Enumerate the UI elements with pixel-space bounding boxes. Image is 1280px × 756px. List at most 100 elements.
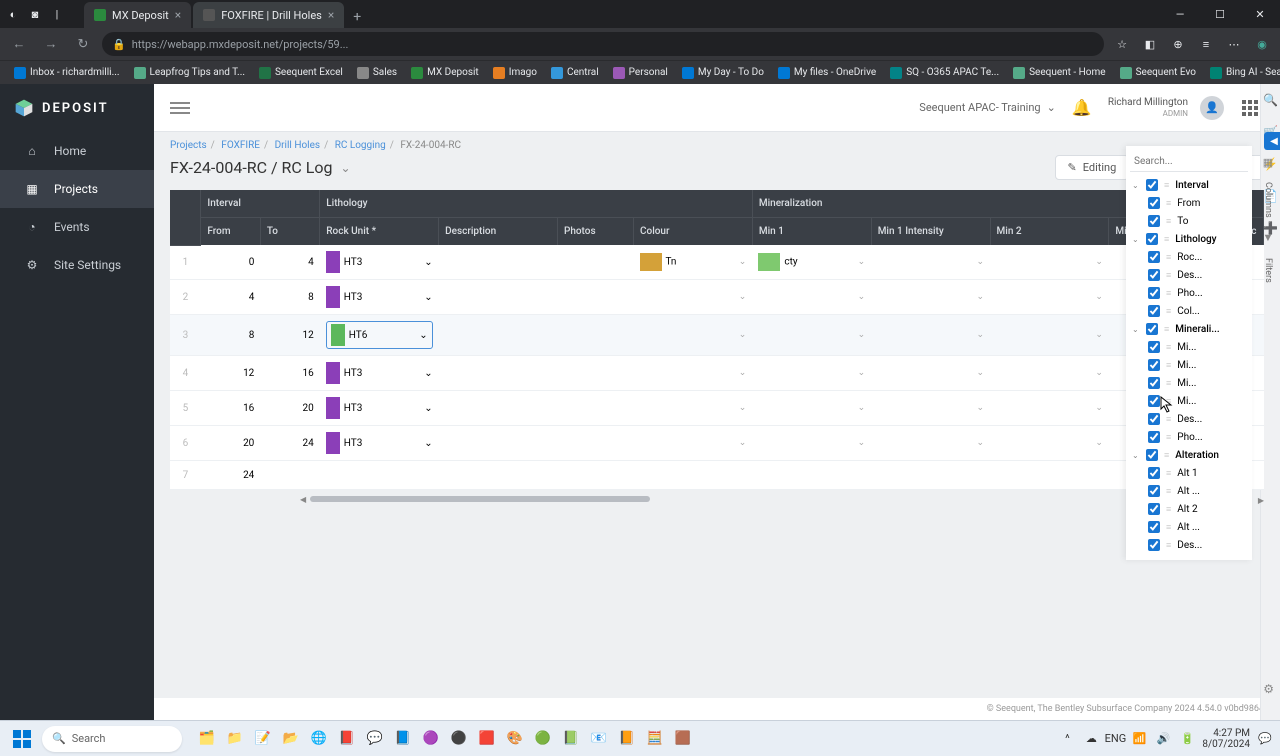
bookmark-item[interactable]: Bing AI - Search bbox=[1204, 65, 1280, 81]
ext-icon[interactable]: ☆ bbox=[1110, 32, 1134, 56]
col-min1int[interactable]: Min 1 Intensity bbox=[871, 218, 990, 246]
cell-desc[interactable] bbox=[439, 461, 558, 490]
cell-colour[interactable] bbox=[634, 461, 753, 490]
breadcrumb-link[interactable]: FOXFIRE bbox=[221, 140, 260, 151]
column-item[interactable]: ≡Des... bbox=[1130, 266, 1248, 284]
tray-chevron-icon[interactable]: ^ bbox=[1058, 730, 1076, 748]
clock[interactable]: 4:27 PM 8/07/2024 bbox=[1202, 728, 1250, 750]
table-row[interactable]: 724 bbox=[170, 461, 1264, 490]
column-item[interactable]: ≡Pho... bbox=[1130, 428, 1248, 446]
breadcrumb-link[interactable]: RC Logging bbox=[335, 140, 386, 151]
column-checkbox[interactable] bbox=[1148, 287, 1160, 299]
bookmark-item[interactable]: Seequent Evo bbox=[1114, 65, 1202, 81]
sidebar-item-projects[interactable]: ▦ Projects bbox=[0, 170, 154, 208]
page-title[interactable]: FX-24-004-RC / RC Log ⌄ bbox=[170, 158, 351, 177]
volume-icon[interactable]: 🔊 bbox=[1154, 730, 1172, 748]
column-checkbox[interactable] bbox=[1148, 215, 1160, 227]
cell-min2[interactable]: ⌄ bbox=[990, 426, 1109, 461]
battery-icon[interactable]: 🔋 bbox=[1178, 730, 1196, 748]
column-item[interactable]: ≡Des... bbox=[1130, 410, 1248, 428]
cell-desc[interactable] bbox=[439, 315, 558, 356]
cell-colour[interactable]: Tn⌄ bbox=[634, 245, 753, 280]
taskbar-app-icon[interactable]: 🎨 bbox=[502, 726, 528, 752]
column-checkbox[interactable] bbox=[1148, 251, 1160, 263]
column-item[interactable]: ≡Mi... bbox=[1130, 374, 1248, 392]
table-row[interactable]: 104HT3⌄Tn⌄cty⌄⌄⌄⌄ bbox=[170, 245, 1264, 280]
col-photos[interactable]: Photos bbox=[557, 218, 633, 246]
cell-from[interactable]: 16 bbox=[201, 391, 260, 426]
taskbar-app-icon[interactable]: 🟢 bbox=[530, 726, 556, 752]
cell-desc[interactable] bbox=[439, 280, 558, 315]
col-desc[interactable]: Description bbox=[439, 218, 558, 246]
table-row[interactable]: 62024HT3⌄⌄⌄⌄⌄⌄ bbox=[170, 426, 1264, 461]
rail-icon[interactable]: 🔍 bbox=[1263, 92, 1279, 108]
app-logo[interactable]: DEPOSIT bbox=[0, 84, 154, 132]
cell-min1int[interactable]: ⌄ bbox=[871, 280, 990, 315]
editing-button[interactable]: ✎ Editing bbox=[1055, 155, 1130, 180]
column-item[interactable]: ≡Alt ... bbox=[1130, 518, 1248, 536]
cell-desc[interactable] bbox=[439, 391, 558, 426]
start-button[interactable] bbox=[6, 725, 38, 753]
minimize-button[interactable]: — bbox=[1160, 0, 1200, 28]
taskbar-app-icon[interactable]: 📁 bbox=[222, 726, 248, 752]
workspace-icon[interactable]: ◙ bbox=[28, 7, 42, 21]
cell-photos[interactable] bbox=[557, 426, 633, 461]
bookmark-item[interactable]: Inbox - richardmilli... bbox=[8, 65, 126, 81]
hamburger-icon[interactable] bbox=[170, 98, 190, 118]
cell-min1[interactable]: ⌄ bbox=[752, 356, 871, 391]
sidebar-item-home[interactable]: ⌂ Home bbox=[0, 132, 154, 170]
bookmark-item[interactable]: My files - OneDrive bbox=[772, 65, 882, 81]
table-row[interactable]: 41216HT3⌄⌄⌄⌄⌄⌄ bbox=[170, 356, 1264, 391]
column-checkbox[interactable] bbox=[1148, 431, 1160, 443]
cell-min2[interactable] bbox=[990, 461, 1109, 490]
cell-rock[interactable]: HT3⌄ bbox=[320, 245, 439, 280]
cell-min1int[interactable]: ⌄ bbox=[871, 356, 990, 391]
bookmark-item[interactable]: Sales bbox=[351, 65, 403, 81]
column-item[interactable]: ≡Mi... bbox=[1130, 338, 1248, 356]
cell-to[interactable] bbox=[260, 461, 319, 490]
cell-to[interactable]: 20 bbox=[260, 391, 319, 426]
cell-to[interactable]: 24 bbox=[260, 426, 319, 461]
cell-photos[interactable] bbox=[557, 356, 633, 391]
ext-icon[interactable]: ⋯ bbox=[1222, 32, 1246, 56]
col-rock[interactable]: Rock Unit * bbox=[320, 218, 439, 246]
maximize-button[interactable]: ☐ bbox=[1200, 0, 1240, 28]
columns-toggle-icon[interactable]: ▦ bbox=[1258, 152, 1278, 172]
taskbar-app-icon[interactable]: ⚫ bbox=[446, 726, 472, 752]
column-checkbox[interactable] bbox=[1148, 467, 1160, 479]
new-tab-button[interactable]: + bbox=[346, 6, 368, 28]
cell-colour[interactable]: ⌄ bbox=[634, 356, 753, 391]
column-checkbox[interactable] bbox=[1148, 341, 1160, 353]
breadcrumb-link[interactable]: Drill Holes bbox=[275, 140, 320, 151]
bookmark-item[interactable]: Imago bbox=[487, 65, 543, 81]
breadcrumb-link[interactable]: Projects bbox=[170, 140, 207, 151]
wifi-icon[interactable]: 📶 bbox=[1130, 730, 1148, 748]
filters-tab[interactable]: Filters bbox=[1263, 252, 1273, 289]
taskbar-app-icon[interactable]: 🟥 bbox=[474, 726, 500, 752]
cell-min1[interactable]: ⌄ bbox=[752, 391, 871, 426]
ext-icon[interactable]: ⊕ bbox=[1166, 32, 1190, 56]
column-item[interactable]: ≡Alt 1 bbox=[1130, 464, 1248, 482]
bookmark-item[interactable]: MX Deposit bbox=[405, 65, 485, 81]
cell-colour[interactable]: ⌄ bbox=[634, 426, 753, 461]
column-checkbox[interactable] bbox=[1148, 269, 1160, 281]
user-block[interactable]: Richard Millington ADMIN bbox=[1108, 97, 1188, 119]
cell-rock[interactable]: HT6⌄ bbox=[320, 315, 439, 356]
browser-tab-foxfire[interactable]: FOXFIRE | Drill Holes × bbox=[193, 2, 344, 28]
close-window-button[interactable]: ✕ bbox=[1240, 0, 1280, 28]
workspace-selector[interactable]: Seequent APAC- Training ⌄ bbox=[919, 101, 1056, 114]
columns-tab[interactable]: Columns bbox=[1263, 176, 1273, 224]
close-icon[interactable]: × bbox=[175, 8, 181, 22]
cloud-icon[interactable]: ☁ bbox=[1082, 730, 1100, 748]
column-checkbox[interactable] bbox=[1148, 197, 1160, 209]
cell-min2[interactable]: ⌄ bbox=[990, 391, 1109, 426]
col-to[interactable]: To bbox=[260, 218, 319, 246]
cell-desc[interactable] bbox=[439, 245, 558, 280]
taskbar-app-icon[interactable]: 🟣 bbox=[418, 726, 444, 752]
cell-to[interactable]: 12 bbox=[260, 315, 319, 356]
cell-photos[interactable] bbox=[557, 245, 633, 280]
column-item[interactable]: ≡Alt ... bbox=[1130, 482, 1248, 500]
columns-search-input[interactable] bbox=[1130, 152, 1248, 172]
cell-min1int[interactable]: ⌄ bbox=[871, 391, 990, 426]
group-checkbox[interactable] bbox=[1146, 449, 1158, 461]
